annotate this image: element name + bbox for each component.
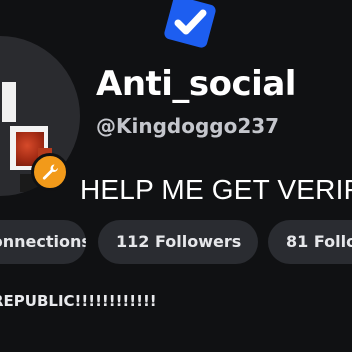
display-name: Anti_social: [96, 64, 296, 104]
profile-header: Anti_social @Kingdoggo237 HELP ME GET VE…: [0, 0, 352, 352]
followers-button[interactable]: 112 Followers: [98, 220, 258, 264]
following-button[interactable]: 81 Following: [268, 220, 352, 264]
about-text: REPUBLIC!!!!!!!!!!!!: [0, 292, 157, 310]
connections-button[interactable]: Connections: [0, 220, 86, 264]
overlay-caption: HELP ME GET VERIF: [80, 174, 352, 205]
wrench-badge-icon: [31, 153, 69, 191]
avatar-detail: [2, 82, 16, 122]
verified-check-icon: [154, 0, 226, 58]
username: @Kingdoggo237: [96, 114, 280, 138]
